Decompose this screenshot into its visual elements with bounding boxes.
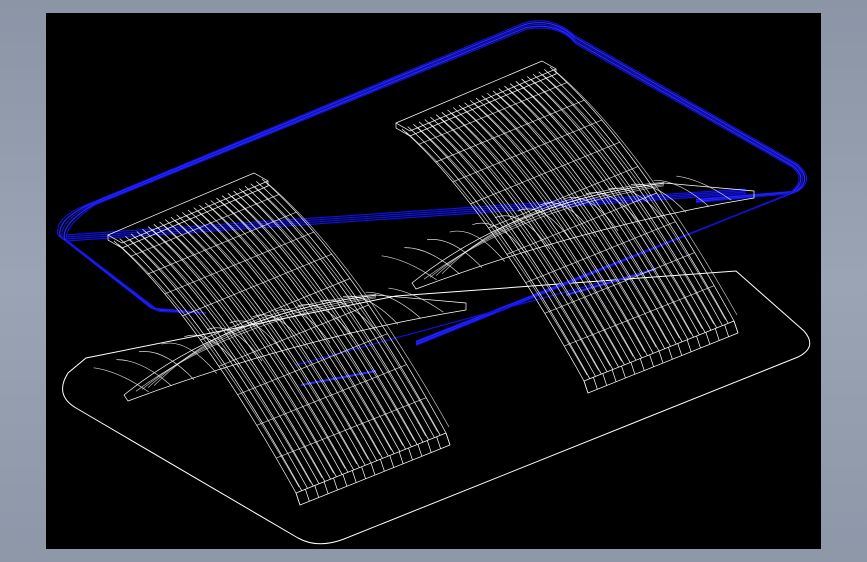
table-frame (56, 20, 808, 386)
cross-rail (65, 189, 747, 238)
inner-strut (295, 280, 607, 366)
frame-rail (65, 27, 800, 346)
cross-rail (65, 192, 747, 242)
cad-viewport[interactable] (46, 13, 821, 549)
wireframe-drawing (56, 20, 811, 545)
bench-right (381, 60, 755, 394)
